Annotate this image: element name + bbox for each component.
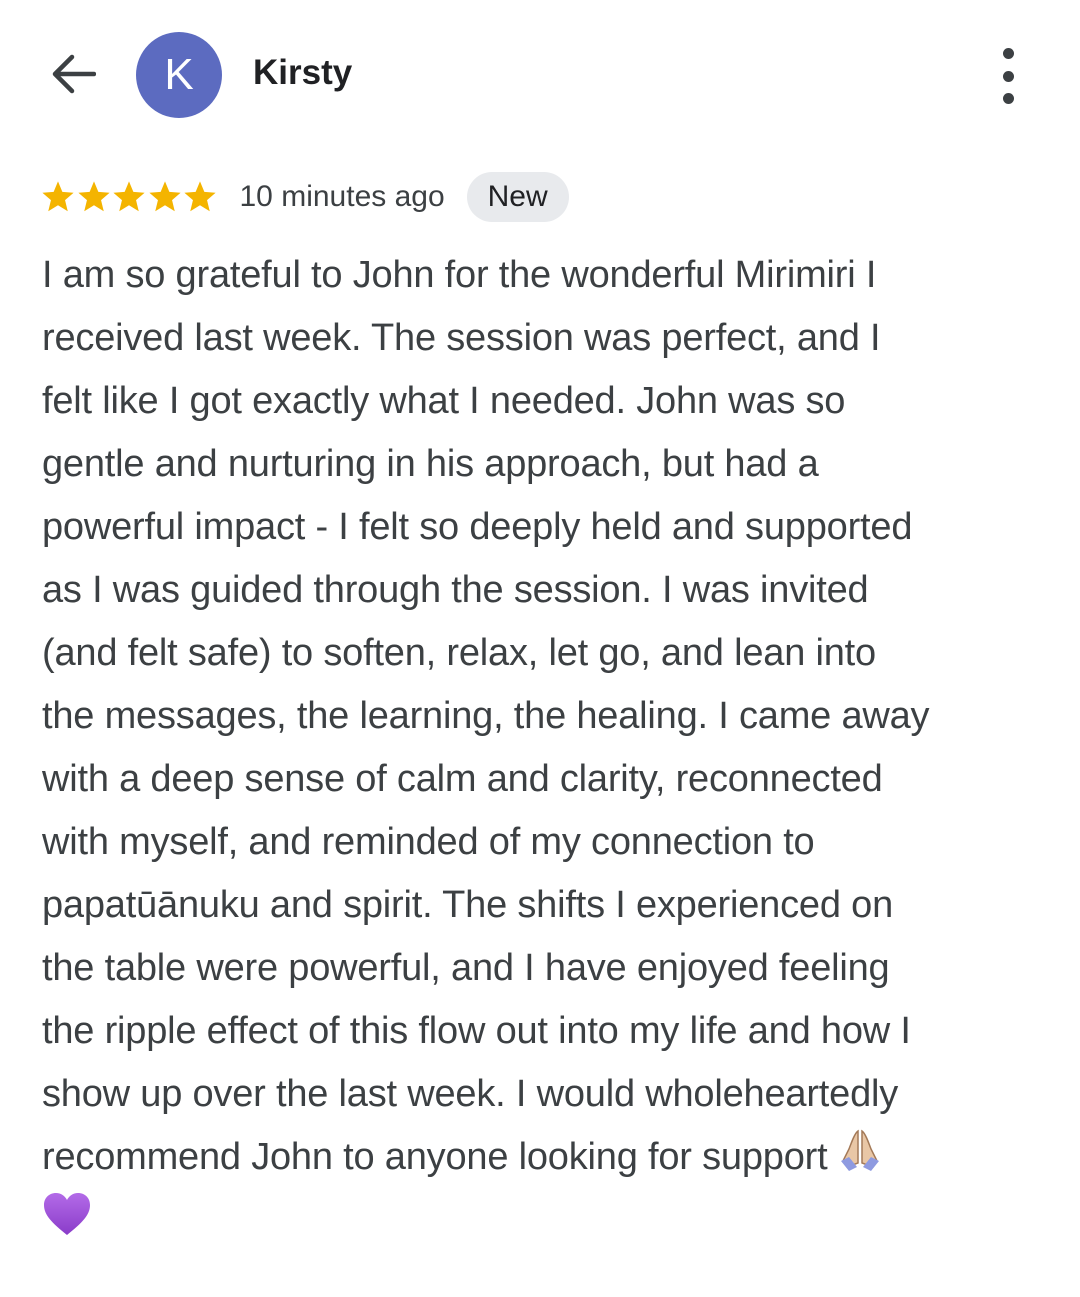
star-icon [148, 181, 181, 212]
review-line-text: gentle and nurturing in his approach, bu… [42, 443, 819, 485]
purple-heart-icon [42, 1191, 1042, 1257]
review-line: recommend John to anyone looking for sup… [42, 1126, 1042, 1189]
review-line: papatūānuku and spirit. The shifts I exp… [42, 874, 1042, 937]
star-icon [42, 181, 74, 212]
review-line: received last week. The session was perf… [42, 307, 1042, 370]
star-rating [40, 179, 218, 215]
review-line: with myself, and reminded of my connecti… [42, 811, 1042, 874]
top-bar: K Kirsty [0, 0, 1080, 150]
review-line: gentle and nurturing in his approach, bu… [42, 433, 1042, 496]
review-line: with a deep sense of calm and clarity, r… [42, 748, 1042, 811]
review-text: I am so grateful to John for the wonderf… [42, 244, 1042, 1257]
star-icon [184, 181, 216, 212]
review-line-text: recommend John to anyone looking for sup… [42, 1136, 828, 1178]
review-line: the table were powerful, and I have enjo… [42, 937, 1042, 1000]
review-line-text: as I was guided through the session. I w… [42, 569, 869, 611]
more-options-button[interactable] [986, 48, 1030, 104]
review-line: the messages, the learning, the healing.… [42, 685, 1042, 748]
review-time: 10 minutes ago [239, 180, 445, 213]
arrow-left-icon [52, 54, 96, 94]
more-vertical-icon [1002, 48, 1014, 59]
back-button[interactable] [40, 44, 106, 104]
review-line-text: received last week. The session was perf… [42, 317, 881, 359]
review-line-text: the messages, the learning, the healing.… [42, 695, 930, 737]
review-meta: 10 minutes ago New [40, 170, 569, 224]
review-line: I am so grateful to John for the wonderf… [42, 244, 1042, 307]
review-line: show up over the last week. I would whol… [42, 1063, 1042, 1126]
review-line: powerful impact - I felt so deeply held … [42, 496, 1042, 559]
review-line: (and felt safe) to soften, relax, let go… [42, 622, 1042, 685]
more-vertical-icon-dot [1002, 93, 1014, 104]
new-badge: New [466, 172, 569, 222]
avatar[interactable]: K [136, 32, 222, 118]
review-line: as I was guided through the session. I w… [42, 559, 1042, 622]
star-icon [77, 181, 110, 212]
reviewer-name[interactable]: Kirsty [253, 53, 352, 93]
avatar-initial: K [164, 50, 194, 99]
review-line-text: felt like I got exactly what I needed. J… [42, 380, 846, 422]
review-line-text: the ripple effect of this flow out into … [42, 1010, 911, 1052]
review-line: felt like I got exactly what I needed. J… [42, 370, 1042, 433]
review-line-text: (and felt safe) to soften, relax, let go… [42, 632, 876, 674]
review-line-text: with myself, and reminded of my connecti… [42, 821, 815, 863]
more-vertical-icon-dot [1002, 70, 1014, 82]
review-line-text: papatūānuku and spirit. The shifts I exp… [42, 884, 893, 926]
review-line-text: the table were powerful, and I have enjo… [42, 947, 890, 989]
folded-hands-icon [837, 1127, 883, 1191]
review-line-text: powerful impact - I felt so deeply held … [42, 506, 913, 548]
review-line-text: with a deep sense of calm and clarity, r… [42, 758, 883, 800]
review-line-text: I am so grateful to John for the wonderf… [42, 254, 877, 296]
review-line-text: show up over the last week. I would whol… [42, 1073, 899, 1115]
star-icon [113, 181, 145, 212]
review-line: the ripple effect of this flow out into … [42, 1000, 1042, 1063]
